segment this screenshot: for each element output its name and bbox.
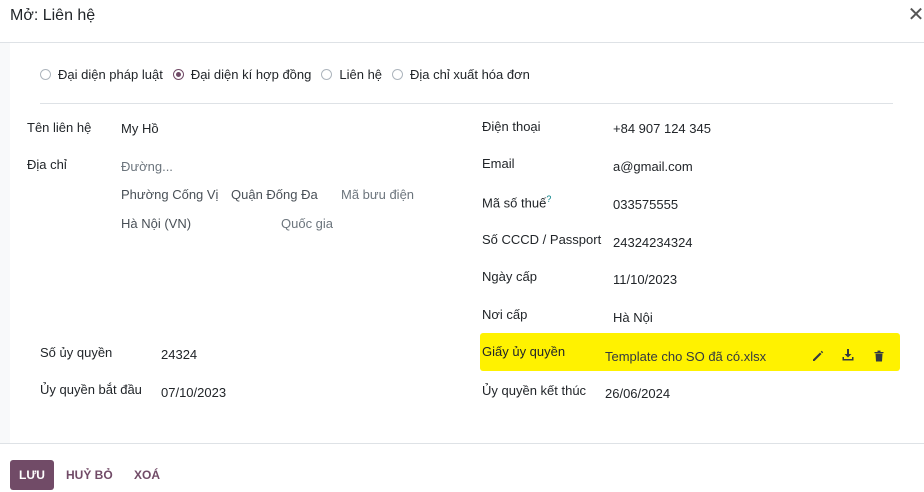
phone-label: Điện thoại — [482, 119, 541, 134]
address-label: Địa chỉ — [27, 157, 67, 172]
radio-contract-representative[interactable]: Đại diện kí hợp đồng — [172, 67, 312, 82]
delete-button[interactable]: XOÁ — [134, 468, 160, 482]
trash-icon[interactable] — [872, 349, 886, 363]
auth-number-label: Số ủy quyền — [40, 345, 113, 360]
country-input[interactable]: Quốc gia — [281, 216, 333, 231]
save-button[interactable]: LƯU — [10, 460, 54, 490]
radio-invoice-address[interactable]: Địa chỉ xuất hóa đơn — [392, 67, 530, 82]
auth-end-label: Ủy quyền kết thúc — [482, 383, 587, 398]
radio-contact[interactable]: Liên hệ — [321, 67, 382, 82]
close-icon[interactable]: ✕ — [906, 2, 924, 27]
email-input[interactable]: a@gmail.com — [613, 159, 693, 174]
auth-document-file[interactable]: Template cho SO đã có.xlsx — [605, 349, 766, 364]
email-label: Email — [482, 156, 515, 171]
radio-legal-representative[interactable]: Đại diện pháp luật — [40, 67, 163, 82]
pencil-icon[interactable] — [811, 349, 825, 363]
separator — [40, 103, 893, 104]
street-input[interactable]: Đường... — [121, 159, 173, 174]
zip-input[interactable]: Mã bưu điện — [341, 187, 414, 202]
radio-button-selected[interactable] — [172, 69, 184, 80]
phone-input[interactable]: +84 907 124 345 — [613, 121, 711, 136]
city-input[interactable]: Hà Nội (VN) — [121, 216, 191, 231]
dialog-body: Đại diện pháp luật Đại diện kí hợp đồng … — [0, 43, 924, 443]
tax-code-label-text: Mã số thuế — [482, 195, 547, 211]
radio-button[interactable] — [392, 69, 404, 80]
dialog-footer: LƯU HUỶ BỎ XOÁ — [0, 443, 924, 492]
issue-date-input[interactable]: 11/10/2023 — [613, 272, 677, 287]
auth-start-input[interactable]: 07/10/2023 — [161, 385, 226, 400]
auth-number-input[interactable]: 24324 — [161, 347, 197, 362]
radio-button[interactable] — [321, 69, 333, 80]
issue-place-label: Nơi cấp — [482, 307, 528, 322]
id-number-input[interactable]: 24324234324 — [613, 235, 693, 250]
help-icon[interactable]: ? — [546, 194, 551, 204]
contact-name-label: Tên liên hệ — [27, 120, 92, 135]
contact-type-radio-group: Đại diện pháp luật Đại diện kí hợp đồng … — [40, 67, 540, 82]
discard-button[interactable]: HUỶ BỎ — [66, 468, 113, 482]
issue-date-label: Ngày cấp — [482, 269, 537, 284]
auth-start-label: Ủy quyền bắt đầu — [40, 382, 142, 397]
dialog-header: Mở: Liên hệ ✕ — [0, 0, 924, 43]
radio-label: Đại diện kí hợp đồng — [190, 67, 312, 82]
auth-end-input[interactable]: 26/06/2024 — [605, 386, 670, 401]
issue-place-input[interactable]: Hà Nội — [613, 310, 653, 325]
radio-label: Địa chỉ xuất hóa đơn — [410, 67, 530, 82]
dialog-title: Mở: Liên hệ — [10, 7, 96, 24]
form-sheet: Đại diện pháp luật Đại diện kí hợp đồng … — [10, 43, 924, 443]
radio-label: Đại diện pháp luật — [58, 67, 163, 82]
id-number-label: Số CCCD / Passport — [482, 232, 602, 247]
radio-label: Liên hệ — [339, 67, 383, 82]
contact-name-input[interactable]: My Hồ — [121, 121, 159, 136]
district-input[interactable]: Quận Đống Đa — [231, 187, 318, 202]
radio-button[interactable] — [40, 69, 51, 80]
download-icon[interactable] — [841, 348, 855, 362]
tax-code-input[interactable]: 033575555 — [613, 197, 678, 212]
tax-code-label: Mã số thuế? — [482, 194, 551, 210]
auth-document-label: Giấy ủy quyền — [482, 344, 566, 359]
ward-input[interactable]: Phường Cống Vị — [121, 187, 218, 202]
